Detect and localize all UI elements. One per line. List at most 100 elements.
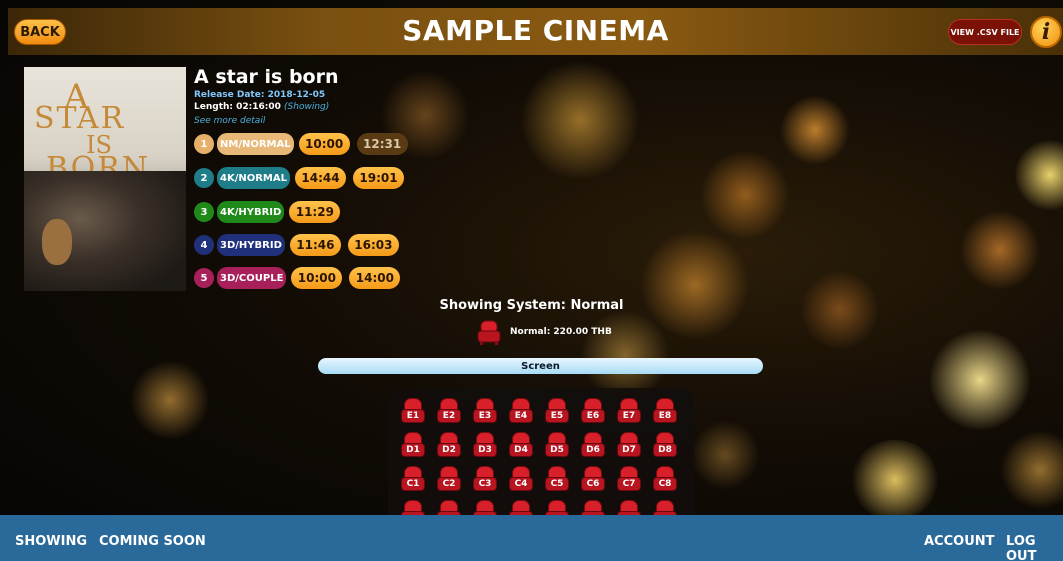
release-date: Release Date: 2018-12-05 — [194, 90, 326, 100]
nav-log-out[interactable]: LOG OUT — [1006, 534, 1063, 561]
bottom-nav: SHOWING COMING SOON ACCOUNT LOG OUT — [0, 515, 1063, 561]
seat-button[interactable]: E4 — [508, 398, 534, 426]
seat-label: E5 — [550, 411, 564, 421]
seat-button[interactable]: E3 — [472, 398, 498, 426]
seat-button[interactable]: C4 — [508, 466, 534, 494]
seat-button[interactable]: E6 — [580, 398, 606, 426]
seat-row: C1 C2 C3 C4 C5 C6 C7 C8 — [400, 466, 688, 494]
nav-showing[interactable]: SHOWING — [15, 534, 87, 549]
view-csv-button[interactable]: VIEW .CSV FILE — [948, 19, 1022, 45]
seat-button[interactable]: D4 — [508, 432, 534, 460]
seat-label: D3 — [478, 445, 492, 455]
showtime-button[interactable]: 14:44 — [295, 167, 346, 189]
seat-button[interactable]: C7 — [616, 466, 642, 494]
system-number-badge: 2 — [194, 168, 214, 188]
showtime-button[interactable]: 11:29 — [289, 201, 341, 223]
app-title: SAMPLE CINEMA — [402, 14, 669, 47]
system-number-badge: 5 — [194, 268, 214, 288]
system-type-label: NM/NORMAL — [217, 133, 294, 155]
seat-button[interactable]: D7 — [616, 432, 642, 460]
showtime-button[interactable]: 14:00 — [349, 267, 401, 289]
showtime-button[interactable]: 19:01 — [353, 167, 404, 189]
seat-button[interactable]: C3 — [472, 466, 498, 494]
bokeh-light — [930, 330, 1030, 430]
movie-length: Length: 02:16:00 (Showing) — [194, 102, 329, 112]
seat-button[interactable] — [472, 500, 498, 515]
seat-button[interactable]: E1 — [400, 398, 426, 426]
seat-button[interactable] — [580, 500, 606, 515]
seat-button[interactable]: D5 — [544, 432, 570, 460]
seat-label: D4 — [514, 445, 528, 455]
seat-button[interactable]: D8 — [652, 432, 678, 460]
seat-label: D1 — [406, 445, 420, 455]
seat-label: E1 — [406, 411, 420, 421]
seat-label: C2 — [442, 479, 456, 489]
seat-button[interactable] — [400, 500, 426, 515]
seat-icon — [477, 320, 501, 345]
seat-button[interactable] — [508, 500, 534, 515]
system-number-badge: 3 — [194, 202, 214, 222]
bokeh-light — [780, 95, 850, 165]
seat-row — [400, 500, 688, 515]
system-type-label: 4K/NORMAL — [217, 167, 290, 189]
system-number-badge: 4 — [194, 235, 214, 255]
nav-account[interactable]: ACCOUNT — [924, 534, 995, 549]
seat-label: D6 — [586, 445, 600, 455]
seat-button[interactable]: D1 — [400, 432, 426, 460]
system-type-label: 4K/HYBRID — [217, 201, 285, 223]
seat-map: E1 E2 E3 E4 E5 E6 E7 E8 D1 D2 D3 D4 D5 D6 D7 D8 C1 C2 C3 C4… — [388, 388, 694, 515]
info-icon[interactable]: i — [1030, 16, 1062, 48]
seat-label: D7 — [622, 445, 636, 455]
seat-button[interactable]: D3 — [472, 432, 498, 460]
seat-label: C3 — [478, 479, 492, 489]
showtime-button[interactable]: 10:00 — [298, 133, 350, 155]
seat-button[interactable]: E2 — [436, 398, 462, 426]
movie-poster: A STAR IS BORN — [24, 67, 186, 291]
seat-button[interactable] — [616, 500, 642, 515]
nav-coming-soon[interactable]: COMING SOON — [99, 534, 206, 549]
seat-label: E7 — [622, 411, 636, 421]
seat-label: C1 — [406, 479, 420, 489]
seat-label: C6 — [586, 479, 600, 489]
seat-button[interactable]: D2 — [436, 432, 462, 460]
showtime-row: 4 3D/HYBRID 11:46 16:03 — [194, 234, 406, 256]
seat-button[interactable]: E5 — [544, 398, 570, 426]
seat-button[interactable]: E8 — [652, 398, 678, 426]
bokeh-light — [520, 60, 640, 180]
seat-button[interactable]: C2 — [436, 466, 462, 494]
seat-price-label: Normal: 220.00 THB — [510, 327, 612, 337]
seat-button[interactable]: E7 — [616, 398, 642, 426]
seat-button[interactable]: C1 — [400, 466, 426, 494]
seat-label: E3 — [478, 411, 492, 421]
seat-button[interactable] — [544, 500, 570, 515]
bokeh-light — [960, 210, 1040, 290]
see-more-detail-link[interactable]: See more detail — [194, 116, 265, 126]
showtime-button[interactable]: 12:31 — [356, 133, 408, 155]
showtime-row: 3 4K/HYBRID 11:29 — [194, 201, 347, 223]
bokeh-light — [690, 420, 760, 490]
seat-label: D2 — [442, 445, 456, 455]
seat-button[interactable]: C5 — [544, 466, 570, 494]
seat-label: C4 — [514, 479, 528, 489]
showtime-row: 5 3D/COUPLE 10:00 14:00 — [194, 267, 407, 289]
showtime-button[interactable]: 16:03 — [347, 234, 399, 256]
seat-button[interactable]: C8 — [652, 466, 678, 494]
seat-row: D1 D2 D3 D4 D5 D6 D7 D8 — [400, 432, 688, 460]
seat-label: E4 — [514, 411, 528, 421]
showtime-button[interactable]: 11:46 — [289, 234, 341, 256]
seat-label: D5 — [550, 445, 564, 455]
system-number-badge: 1 — [194, 134, 214, 154]
seat-button[interactable] — [652, 500, 678, 515]
system-type-label: 3D/COUPLE — [217, 267, 287, 289]
bokeh-light — [850, 440, 940, 520]
showtime-button[interactable]: 10:00 — [291, 267, 343, 289]
bokeh-light — [130, 360, 210, 440]
showtime-row: 1 NM/NORMAL 10:00 12:31 — [194, 133, 415, 155]
seat-button[interactable] — [436, 500, 462, 515]
seat-label: E2 — [442, 411, 456, 421]
seat-label: E6 — [586, 411, 600, 421]
seat-button[interactable]: C6 — [580, 466, 606, 494]
bokeh-light — [1015, 140, 1063, 210]
seat-label: C8 — [658, 479, 672, 489]
seat-button[interactable]: D6 — [580, 432, 606, 460]
